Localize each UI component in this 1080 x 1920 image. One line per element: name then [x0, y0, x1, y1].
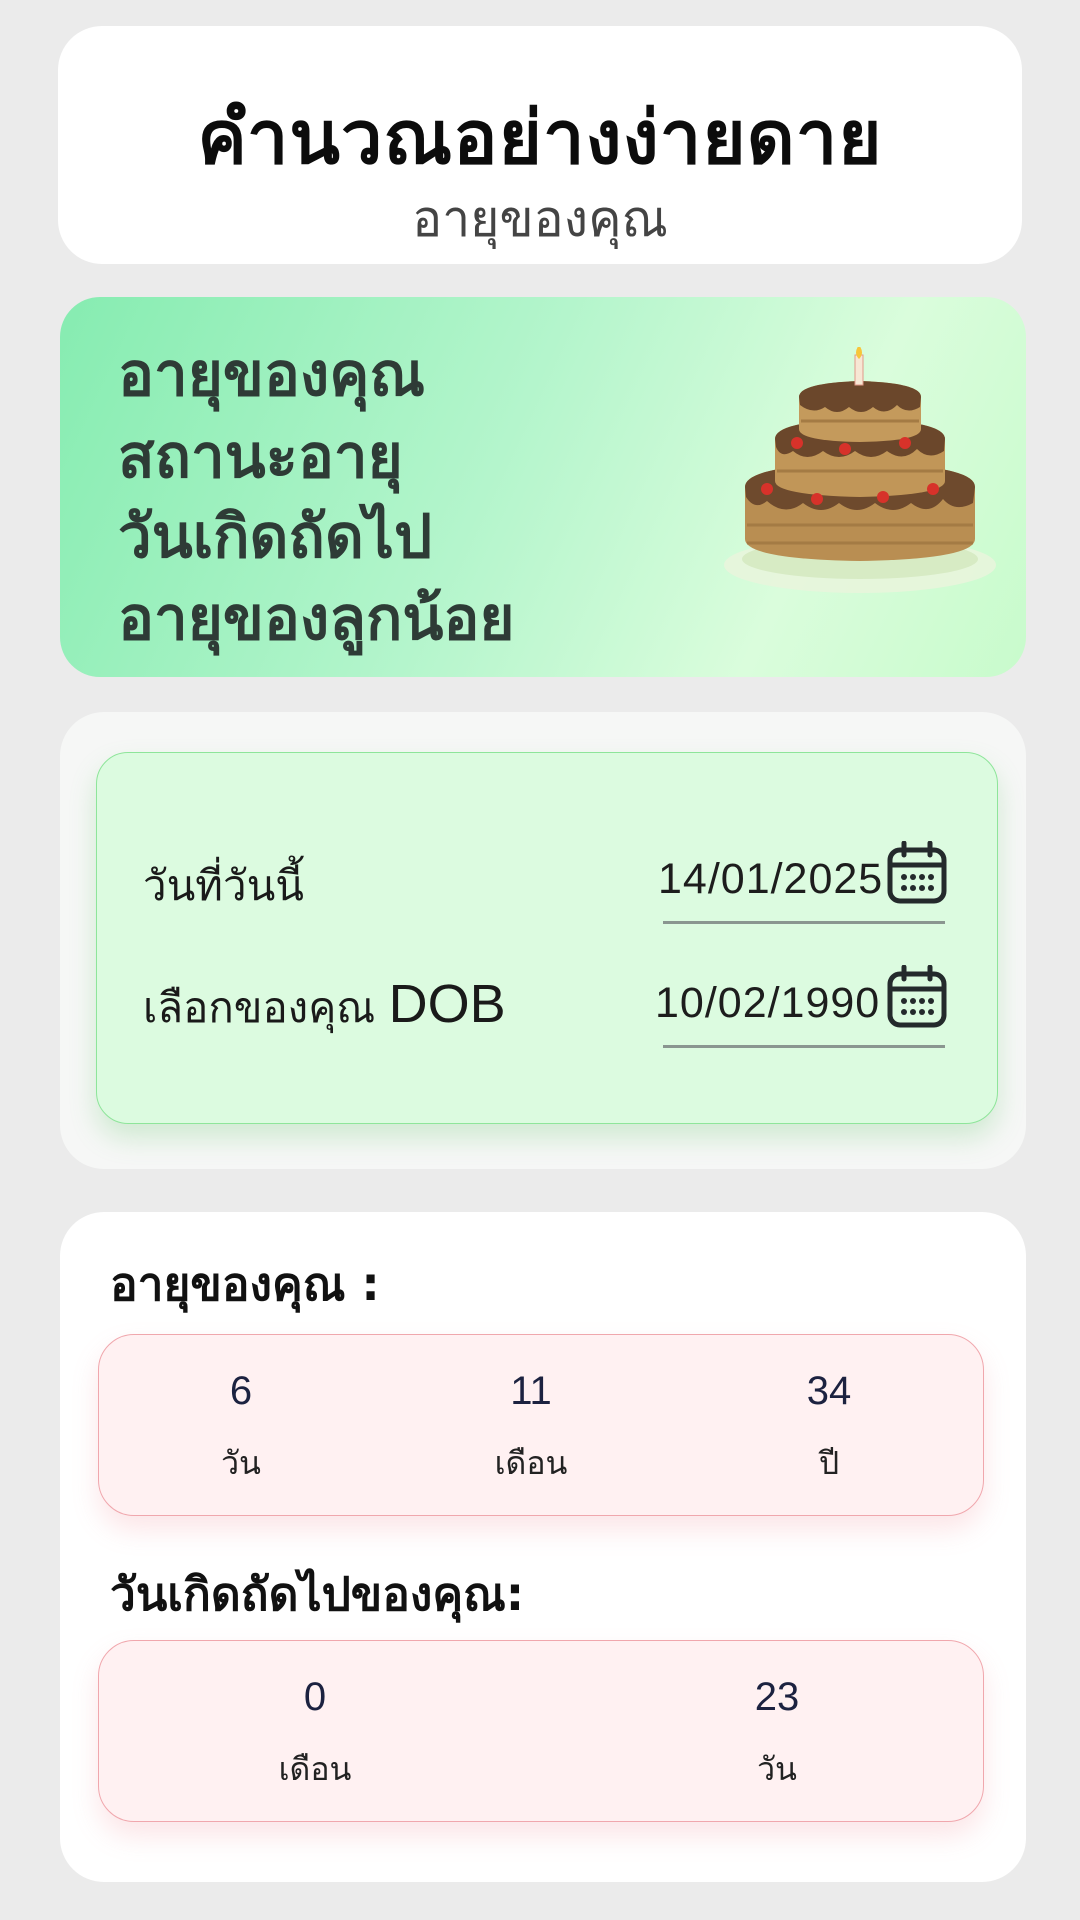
age-result-box: 6 วัน 11 เดือน 34 ปี — [98, 1334, 984, 1516]
age-heading: อายุของคุณ : — [110, 1257, 380, 1311]
results-card: อายุของคุณ : 6 วัน 11 เดือน 34 ปี วันเกิ… — [60, 1212, 1026, 1882]
next-birthday-months-unit: เดือน — [278, 1750, 352, 1788]
feature-banner: อายุของคุณ สถานะอายุ วันเกิดถัดไป อายุขอ… — [60, 297, 1026, 677]
age-months: 11 เดือน — [431, 1369, 631, 1489]
next-birthday-days-unit: วัน — [757, 1750, 797, 1788]
app-title: คำนวณอย่างง่ายดาย — [197, 95, 883, 181]
header-card: คำนวณอย่างง่ายดาย อายุของคุณ — [58, 26, 1022, 264]
banner-line-next-birthday: วันเกิดถัดไป — [118, 502, 433, 572]
age-days-value: 6 — [229, 1369, 253, 1413]
age-days-unit: วัน — [221, 1444, 261, 1482]
next-birthday-months: 0 เดือน — [215, 1675, 415, 1795]
age-years: 34 ปี — [729, 1369, 929, 1489]
date-form-card: วันที่วันนี้ 14/01/2025 เลือกของคุณ DOB … — [60, 712, 1026, 1169]
age-years-unit: ปี — [818, 1444, 840, 1482]
today-date-field[interactable]: 14/01/2025 — [658, 855, 883, 904]
banner-line-baby-age: อายุของลูกน้อย — [118, 584, 515, 654]
birthday-cake-icon — [724, 347, 996, 593]
next-birthday-result-box: 0 เดือน 23 วัน — [98, 1640, 984, 1822]
dob-label: เลือกของคุณ DOB — [143, 973, 506, 1041]
today-date-underline — [663, 921, 945, 924]
dob-label-latin: DOB — [388, 974, 506, 1034]
age-months-value: 11 — [510, 1369, 552, 1413]
dob-label-thai: เลือกของคุณ — [143, 983, 376, 1032]
age-months-unit: เดือน — [494, 1444, 568, 1482]
app-subtitle: อายุของคุณ — [412, 190, 668, 248]
date-form: วันที่วันนี้ 14/01/2025 เลือกของคุณ DOB … — [96, 752, 998, 1124]
next-birthday-months-value: 0 — [303, 1675, 327, 1719]
banner-line-age: อายุของคุณ — [118, 340, 426, 410]
next-birthday-days: 23 วัน — [677, 1675, 877, 1795]
dob-date-underline — [663, 1045, 945, 1048]
age-days: 6 วัน — [141, 1369, 341, 1489]
calendar-icon[interactable] — [887, 965, 947, 1029]
calendar-icon[interactable] — [887, 841, 947, 905]
dob-date-field[interactable]: 10/02/1990 — [655, 979, 880, 1028]
next-birthday-heading: วันเกิดถัดไปของคุณ: — [110, 1567, 525, 1621]
next-birthday-days-value: 23 — [754, 1675, 800, 1719]
age-years-value: 34 — [806, 1369, 852, 1413]
today-date-label: วันที่วันนี้ — [143, 861, 304, 910]
